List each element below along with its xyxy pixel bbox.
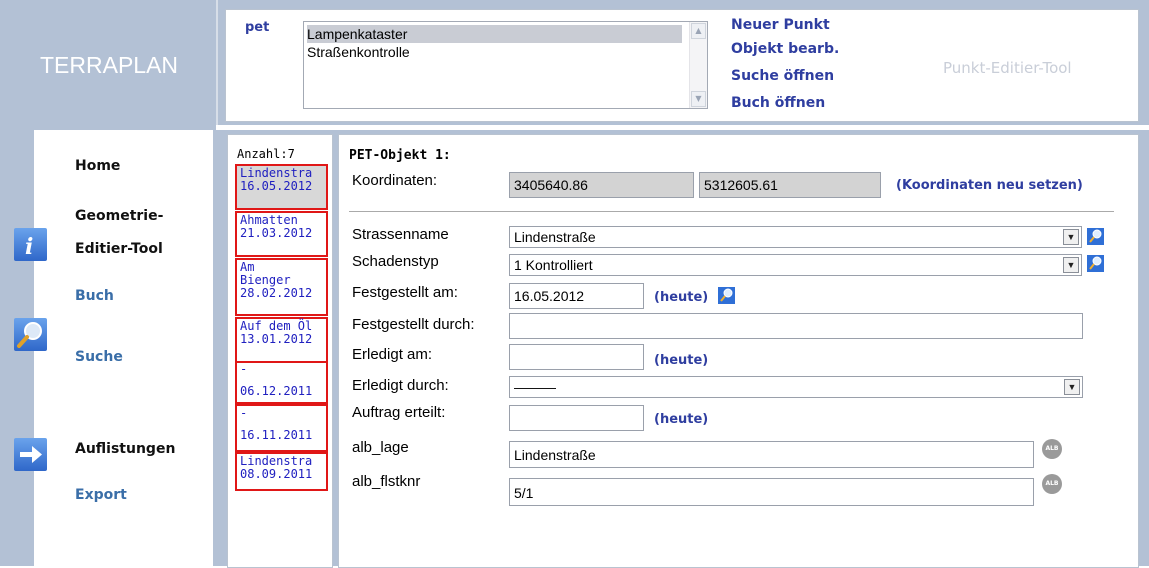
new-point-link[interactable]: Neuer Punkt [731,17,830,33]
festgestellt-heute-link[interactable]: (heute) [654,290,708,305]
nav-geometrie-line1[interactable]: Geometrie- [75,208,163,224]
list-item[interactable]: Lindenstra 08.09.2011 [235,452,328,491]
alb-lage-field[interactable]: Lindenstraße [509,441,1034,468]
listbox-item-strassenkontrolle[interactable]: Straßenkontrolle [307,43,410,61]
erledigt-heute-link[interactable]: (heute) [654,353,708,368]
erledigt-durch-select[interactable]: ——— ▼ [509,376,1083,398]
nav-export[interactable]: Export [75,487,127,503]
list-item[interactable]: Am Bienger 28.02.2012 [235,258,328,316]
festgestellt-durch-label: Festgestellt durch: [352,316,475,333]
search-icon[interactable] [14,318,47,351]
list-item-street: - [240,362,248,376]
alb-flstknr-label: alb_flstknr [352,473,421,490]
list-item-date: 06.12.2011 [240,384,313,398]
listbox-item-lampenkataster[interactable]: Lampenkataster [307,25,682,43]
chevron-down-icon[interactable]: ▼ [1063,257,1079,273]
schadenstyp-label: Schadenstyp [352,253,439,270]
list-item-date: 21.03.2012 [240,226,313,240]
erledigt-durch-label: Erledigt durch: [352,377,449,394]
list-item[interactable]: - 06.12.2011 [235,361,328,404]
alb-flstknr-field[interactable]: 5/1 [509,478,1034,506]
koord-y-field[interactable]: 5312605.61 [699,172,881,198]
info-icon[interactable]: i [14,228,47,261]
schadenstyp-value: 1 Kontrolliert [514,257,593,273]
svg-text:i: i [25,234,33,260]
strassenname-value: Lindenstraße [514,229,596,245]
nav-auflistungen[interactable]: Auflistungen [75,441,175,457]
list-item-date: 08.09.2011 [240,467,313,481]
list-item-date: 16.11.2011 [240,428,313,442]
magnifier-icon[interactable] [1087,228,1104,245]
arrow-right-icon[interactable] [14,438,47,471]
auftrag-field[interactable] [509,405,644,431]
festgestellt-durch-field[interactable] [509,313,1083,339]
alb-lage-label: alb_lage [352,439,409,456]
open-search-link[interactable]: Suche öffnen [731,68,834,84]
list-item[interactable]: - 16.11.2011 [235,404,328,452]
list-item[interactable]: Lindenstra 16.05.2012 [235,164,328,210]
koordinaten-reset-link[interactable]: (Koordinaten neu setzen) [896,178,1083,193]
koord-x-field[interactable]: 3405640.86 [509,172,694,198]
scroll-down-icon[interactable]: ▼ [691,91,706,107]
pet-label: pet [245,20,270,35]
listbox-scrollbar[interactable]: ▲ ▼ [689,22,707,108]
festgestellt-am-label: Festgestellt am: [352,284,458,301]
nav-buch[interactable]: Buch [75,288,114,304]
list-item[interactable]: Ahmatten 21.03.2012 [235,211,328,257]
layer-listbox[interactable]: Lampenkataster Straßenkontrolle ▲ ▼ [303,21,708,109]
nav-home[interactable]: Home [75,158,120,174]
list-item[interactable]: Auf dem Öl 13.01.2012 [235,317,328,363]
list-item-date: 28.02.2012 [240,286,313,300]
festgestellt-am-field[interactable]: 16.05.2012 [509,283,644,309]
open-book-link[interactable]: Buch öffnen [731,95,825,111]
scroll-up-icon[interactable]: ▲ [691,23,706,39]
schadenstyp-select[interactable]: 1 Kontrolliert ▼ [509,254,1082,276]
nav-geometrie-line2[interactable]: Editier-Tool [75,241,163,257]
count-label: Anzahl:7 [237,147,295,161]
edit-object-link[interactable]: Objekt bearb. [731,41,839,57]
chevron-down-icon[interactable]: ▼ [1064,379,1080,395]
alb-icon[interactable]: ALB [1042,439,1062,459]
auftrag-label: Auftrag erteilt: [352,404,446,421]
auftrag-heute-link[interactable]: (heute) [654,412,708,427]
erledigt-am-label: Erledigt am: [352,346,433,363]
erledigt-am-field[interactable] [509,344,644,370]
list-item-date: 13.01.2012 [240,332,313,346]
alb-icon[interactable]: ALB [1042,474,1062,494]
divider [349,211,1114,212]
list-item-street: - [240,406,248,420]
erledigt-durch-value: ——— [514,379,556,395]
logo-text: TERRAPLAN [40,52,179,78]
list-item-date: 16.05.2012 [240,179,313,193]
tool-title: Punkt-Editier-Tool [943,59,1072,77]
nav-suche[interactable]: Suche [75,349,123,365]
koordinaten-label: Koordinaten: [352,172,438,189]
object-title: PET-Objekt 1: [349,148,451,163]
magnifier-icon[interactable] [1087,255,1104,272]
chevron-down-icon[interactable]: ▼ [1063,229,1079,245]
magnifier-icon[interactable] [718,287,735,304]
strassenname-select[interactable]: Lindenstraße ▼ [509,226,1082,248]
strassenname-label: Strassenname [352,226,449,243]
logo-panel: TERRAPLAN [0,0,218,125]
